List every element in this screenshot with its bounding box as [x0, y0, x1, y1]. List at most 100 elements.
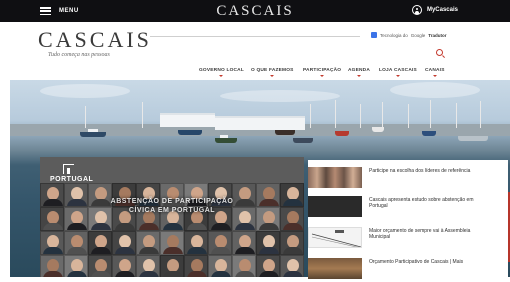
- portrait: [88, 255, 112, 277]
- portrait: [280, 255, 304, 277]
- news-item[interactable]: Cascais apresenta estudo sobre abstenção…: [308, 193, 508, 220]
- mycascais-button[interactable]: MyCascais: [411, 5, 458, 15]
- portrait: [112, 231, 136, 255]
- mast: [382, 102, 383, 128]
- translate-google: Google: [410, 32, 426, 38]
- mast: [480, 101, 481, 128]
- mast: [335, 100, 336, 128]
- news-thumbnail: [308, 167, 362, 188]
- portrait-body: [235, 223, 255, 230]
- portrait-body: [67, 223, 87, 230]
- portrait: [112, 255, 136, 277]
- portugal-logo-icon: [63, 164, 74, 174]
- tent: [160, 113, 215, 127]
- news-item[interactable]: Participe na escolha dos líderes de refe…: [308, 164, 508, 191]
- portrait-body: [187, 223, 207, 230]
- chevron-down-icon: [432, 75, 437, 77]
- mast: [456, 103, 457, 128]
- chevron-down-icon: [270, 75, 275, 77]
- portrait-body: [91, 247, 111, 254]
- news-thumbnail: [308, 196, 362, 217]
- portrait-body: [163, 271, 183, 277]
- boat: [422, 131, 436, 136]
- mast: [430, 100, 431, 128]
- portrait: [208, 255, 232, 277]
- boat: [275, 130, 295, 135]
- portrait-body: [259, 247, 279, 254]
- portrait: [160, 231, 184, 255]
- top-bar: MENU CASCAIS MyCascais: [0, 0, 510, 22]
- boat: [372, 127, 384, 132]
- boat: [80, 132, 106, 137]
- chart-thumbnail-icon: [311, 230, 361, 247]
- portrait-body: [283, 271, 303, 277]
- boat: [458, 136, 488, 141]
- chevron-down-icon: [320, 75, 325, 77]
- portrait-body: [235, 247, 255, 254]
- news-thumbnail: [308, 227, 362, 248]
- nav-governo-local[interactable]: GOVERNO LOCAL: [199, 68, 244, 77]
- portrait-body: [211, 247, 231, 254]
- google-translate[interactable]: Tecnologia do Google Tradutor: [371, 32, 447, 38]
- portrait-body: [211, 223, 231, 230]
- site-header: CASCAIS Tudo começa nas pessoas Tecnolog…: [0, 22, 510, 65]
- nav-loja-cascais[interactable]: LOJA CASCAIS: [379, 68, 417, 77]
- news-thumbnail: [308, 258, 362, 279]
- mast: [408, 104, 409, 128]
- portrait-body: [91, 223, 111, 230]
- nav-label: CANAIS: [425, 68, 445, 73]
- portrait: [40, 231, 64, 255]
- portrait: [184, 231, 208, 255]
- boat: [215, 138, 237, 143]
- portrait: [208, 231, 232, 255]
- portrait-body: [115, 271, 135, 277]
- hamburger-icon: [40, 7, 51, 15]
- portrait-body: [115, 223, 135, 230]
- chevron-down-icon: [395, 75, 400, 77]
- news-item[interactable]: Orçamento Participativo de Cascais | Mai…: [308, 255, 508, 282]
- portrait-body: [259, 223, 279, 230]
- portrait-body: [235, 271, 255, 277]
- search-icon[interactable]: [436, 49, 443, 56]
- feature-title: ABSTENÇÃO DE PARTICIPAÇÃO CÍVICA EM PORT…: [40, 197, 304, 215]
- menu-button[interactable]: MENU: [40, 5, 79, 17]
- news-item[interactable]: Maior orçamento de sempre vai à Assemble…: [308, 224, 508, 251]
- nav-label: GOVERNO LOCAL: [199, 68, 244, 73]
- nav-label: LOJA CASCAIS: [379, 68, 417, 73]
- news-title: Cascais apresenta estudo sobre abstenção…: [369, 197, 474, 210]
- feature-card[interactable]: PORTUGAL ABSTENÇÃO DE PARTICIPAÇÃO CÍVIC…: [40, 157, 304, 277]
- portrait: [280, 231, 304, 255]
- portrait: [256, 231, 280, 255]
- news-title: Maior orçamento de sempre vai à Assemble…: [369, 228, 471, 241]
- boat: [178, 130, 202, 135]
- portrait-body: [163, 223, 183, 230]
- portrait-body: [163, 247, 183, 254]
- nav-participacao[interactable]: PARTICIPAÇÃO: [303, 68, 341, 77]
- mast: [85, 106, 86, 128]
- nav-agenda[interactable]: AGENDA: [348, 68, 370, 77]
- portrait-body: [139, 223, 159, 230]
- portrait: [232, 255, 256, 277]
- mycascais-label: MyCascais: [426, 7, 458, 13]
- user-icon: [411, 5, 422, 15]
- mast: [360, 104, 361, 128]
- nav-label: PARTICIPAÇÃO: [303, 68, 342, 73]
- news-list: Participe na escolha dos líderes de refe…: [308, 160, 508, 279]
- portrait: [40, 255, 64, 277]
- portrait-body: [187, 247, 207, 254]
- nav-canais[interactable]: CANAIS: [425, 68, 445, 77]
- portrait-body: [67, 271, 87, 277]
- main-nav: GOVERNO LOCAL O QUE FAZEMOS PARTICIPAÇÃO…: [0, 66, 510, 80]
- portrait-body: [259, 271, 279, 277]
- portrait-body: [283, 247, 303, 254]
- nav-o-que-fazemos[interactable]: O QUE FAZEMOS: [251, 68, 294, 77]
- tent: [215, 116, 305, 130]
- portrait-body: [283, 223, 303, 230]
- portrait-body: [43, 247, 63, 254]
- portrait: [88, 231, 112, 255]
- feature-title-line: ABSTENÇÃO DE PARTICIPAÇÃO: [110, 198, 234, 205]
- menu-label: MENU: [59, 8, 79, 14]
- site-logo[interactable]: CASCAIS: [38, 29, 152, 51]
- boat-cabin: [220, 135, 228, 138]
- nav-label: O QUE FAZEMOS: [251, 68, 294, 73]
